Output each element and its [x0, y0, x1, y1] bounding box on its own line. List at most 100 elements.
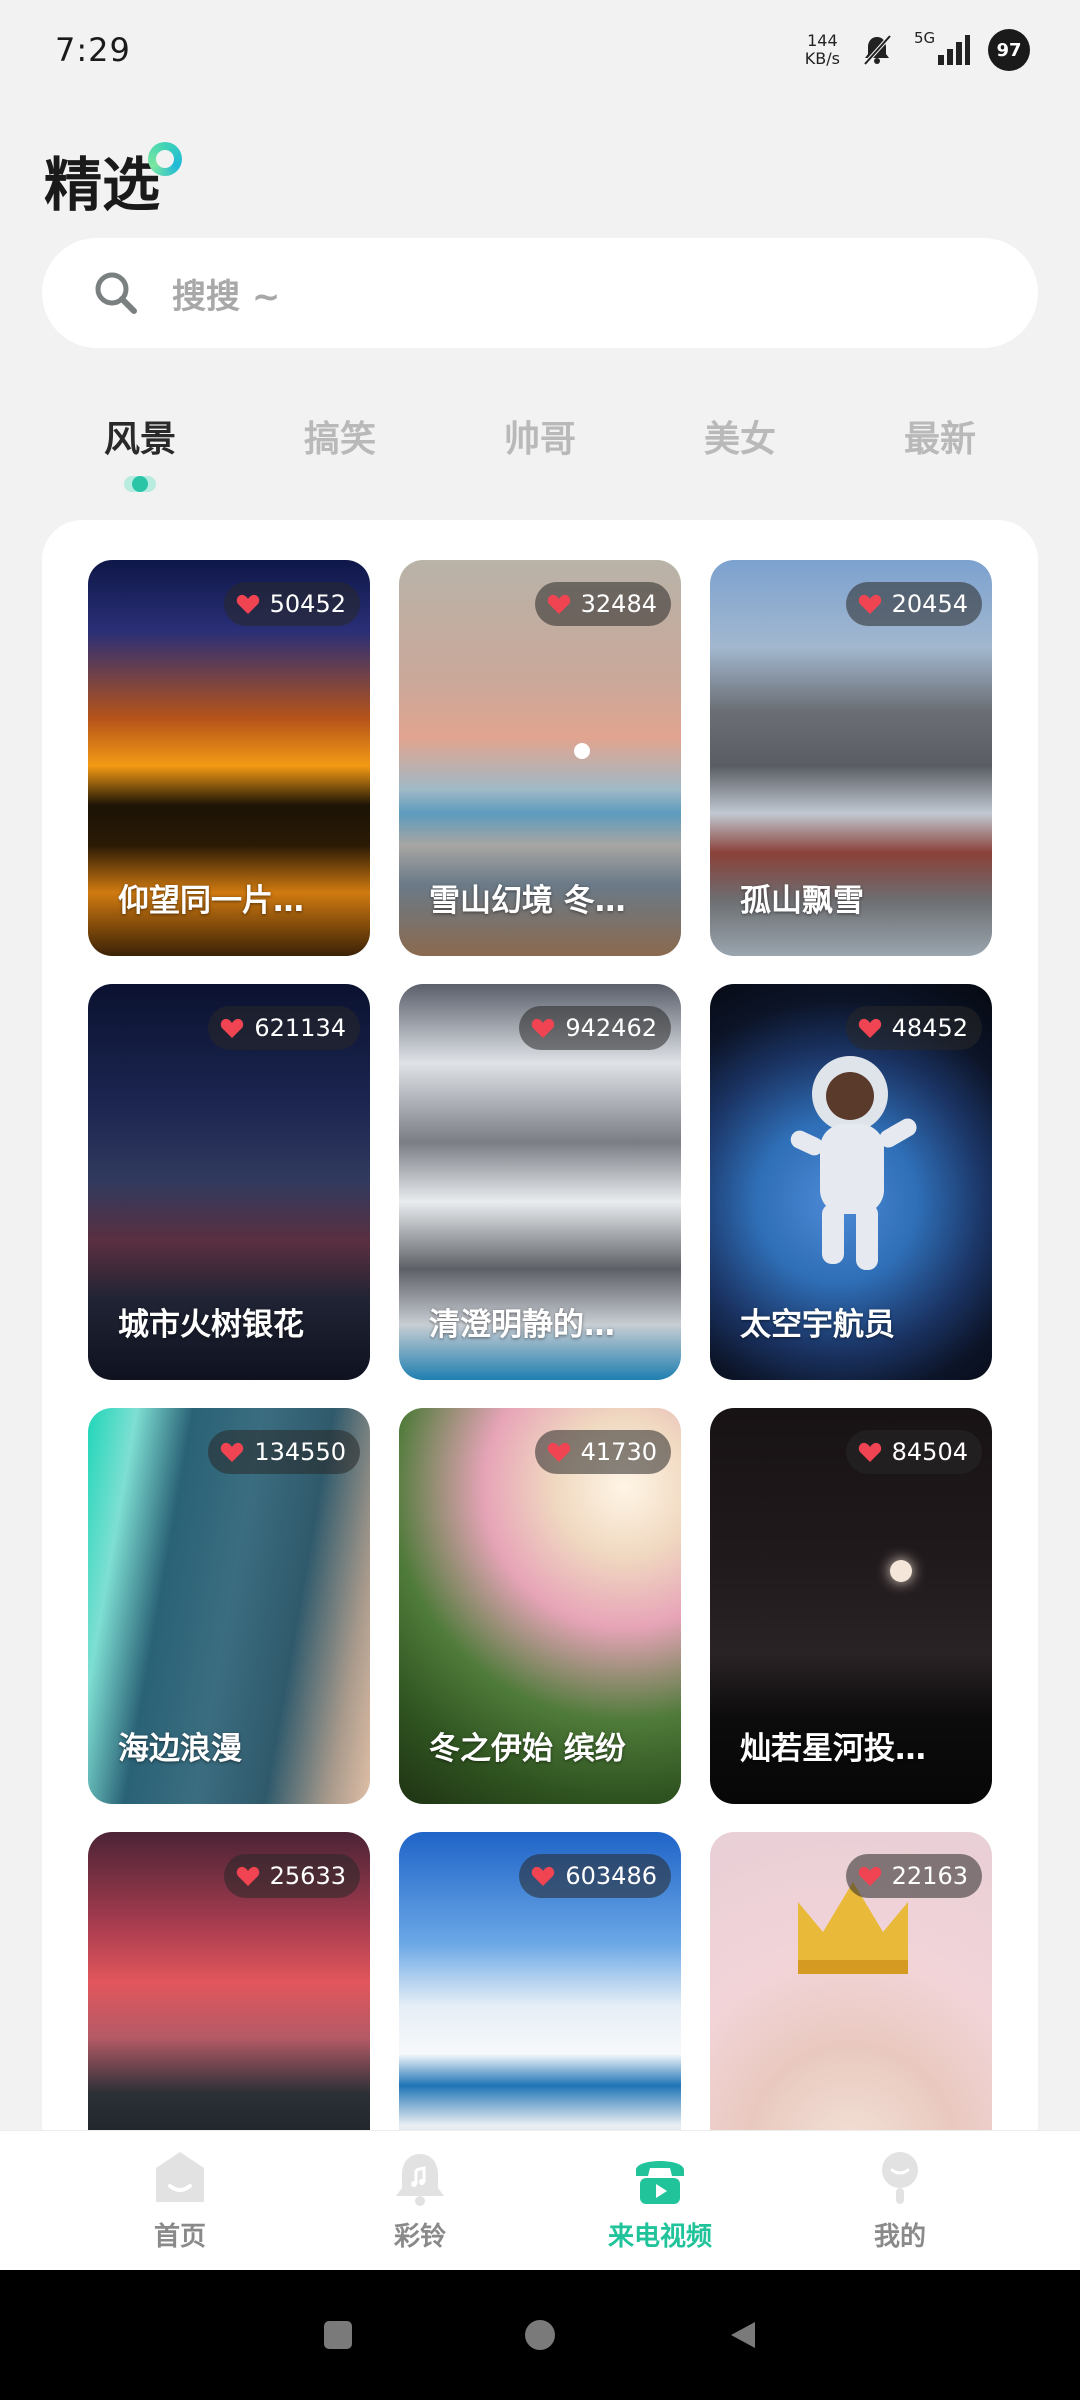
video-card[interactable]: 22163: [710, 1832, 992, 2160]
call-video-phone-icon: [636, 2161, 684, 2204]
likes-count: 22163: [891, 1862, 968, 1890]
heart-icon: [221, 1018, 244, 1038]
tab-handsome[interactable]: 帅哥: [460, 400, 620, 490]
likes-badge: 50452: [223, 582, 360, 626]
card-title: 清澄明静的…: [429, 1307, 615, 1343]
ringtone-bell-icon: [396, 2154, 444, 2206]
heart-icon: [858, 594, 881, 614]
likes-badge: 20454: [845, 582, 982, 626]
likes-badge: 603486: [519, 1854, 671, 1898]
tab-beauty[interactable]: 美女: [660, 400, 820, 490]
heart-icon: [858, 1018, 881, 1038]
tab-label: 美女: [703, 419, 776, 460]
likes-count: 942462: [565, 1014, 657, 1042]
video-card[interactable]: 84504 灿若星河投…: [710, 1408, 992, 1804]
home-icon: [156, 2152, 204, 2202]
status-bar: 7:29 144 KB/s 5G 97: [0, 0, 1080, 100]
likes-badge: 48452: [845, 1006, 982, 1050]
moon-decoration: [890, 1560, 912, 1582]
likes-badge: 84504: [845, 1430, 982, 1474]
video-grid: 50452 仰望同一片… 32484 雪山幻境 冬… 20454 孤山飘雪 62…: [88, 560, 992, 2160]
likes-count: 20454: [891, 590, 968, 618]
nav-call-video[interactable]: 来电视频: [585, 2148, 735, 2253]
signal-icon: 5G: [914, 29, 970, 69]
nav-label: 首页: [153, 2222, 206, 2252]
likes-badge: 32484: [534, 582, 671, 626]
heart-icon: [858, 1866, 881, 1886]
card-title: 孤山飘雪: [740, 883, 864, 919]
tab-label: 搞笑: [303, 419, 376, 460]
heart-icon: [221, 1442, 244, 1462]
title-decoration-icon: [148, 142, 182, 176]
video-card[interactable]: 942462 清澄明静的…: [399, 984, 681, 1380]
tab-scenery[interactable]: 风景: [60, 400, 220, 492]
likes-badge: 41730: [534, 1430, 671, 1474]
video-card[interactable]: 621134 城市火树银花: [88, 984, 370, 1380]
card-title: 太空宇航员: [740, 1307, 895, 1343]
nav-profile[interactable]: 我的: [825, 2148, 975, 2253]
heart-icon: [532, 1018, 555, 1038]
signal-label: 5G: [914, 29, 936, 47]
likes-badge: 25633: [223, 1854, 360, 1898]
heart-icon: [236, 594, 259, 614]
active-tab-indicator: [124, 476, 156, 492]
likes-count: 134550: [254, 1438, 346, 1466]
likes-badge: 942462: [519, 1006, 671, 1050]
mute-bell-icon: [858, 31, 896, 69]
status-icons: 144 KB/s 5G 97: [805, 29, 1030, 71]
back-button[interactable]: [726, 2319, 758, 2351]
video-card[interactable]: 20454 孤山飘雪: [710, 560, 992, 956]
video-card[interactable]: 134550 海边浪漫: [88, 1408, 370, 1804]
tab-label: 风景: [103, 419, 176, 460]
home-button[interactable]: [524, 2319, 556, 2351]
search-placeholder: 搜搜 ~: [172, 276, 281, 317]
recent-apps-button[interactable]: [322, 2319, 354, 2351]
card-title: 城市火树银花: [118, 1307, 304, 1343]
video-grid-panel: 50452 仰望同一片… 32484 雪山幻境 冬… 20454 孤山飘雪 62…: [42, 520, 1038, 2160]
heart-icon: [236, 1866, 259, 1886]
tab-label: 帅哥: [503, 419, 576, 460]
card-title: 灿若星河投…: [740, 1731, 926, 1767]
nav-home[interactable]: 首页: [105, 2148, 255, 2253]
card-title: 冬之伊始 缤纷: [429, 1731, 626, 1767]
likes-count: 41730: [580, 1438, 657, 1466]
video-card[interactable]: 48452 太空宇航员: [710, 984, 992, 1380]
likes-badge: 621134: [208, 1006, 360, 1050]
likes-badge: 22163: [845, 1854, 982, 1898]
bottom-navigation: 首页 彩铃 来电视频 我的: [0, 2130, 1080, 2270]
video-card[interactable]: 25633: [88, 1832, 370, 2160]
video-card[interactable]: 32484 雪山幻境 冬…: [399, 560, 681, 956]
moon-decoration: [574, 743, 590, 759]
network-speed-value: 144: [807, 31, 838, 50]
likes-badge: 134550: [208, 1430, 360, 1474]
search-input[interactable]: 搜搜 ~: [42, 238, 1038, 348]
system-navigation-bar: [0, 2270, 1080, 2400]
tab-latest[interactable]: 最新: [860, 400, 1020, 490]
likes-count: 48452: [891, 1014, 968, 1042]
likes-count: 603486: [565, 1862, 657, 1890]
nav-label: 彩铃: [393, 2222, 446, 2252]
battery-indicator: 97: [988, 29, 1030, 71]
network-speed: 144 KB/s: [805, 32, 840, 68]
status-time: 7:29: [55, 31, 131, 69]
likes-count: 621134: [254, 1014, 346, 1042]
card-title: 雪山幻境 冬…: [429, 883, 626, 919]
heart-icon: [547, 1442, 570, 1462]
nav-ringtone[interactable]: 彩铃: [345, 2148, 495, 2253]
page-title: 精选: [44, 151, 161, 219]
nav-label: 来电视频: [607, 2222, 712, 2252]
video-card[interactable]: 41730 冬之伊始 缤纷: [399, 1408, 681, 1804]
search-icon: [92, 269, 140, 317]
heart-icon: [532, 1866, 555, 1886]
likes-count: 84504: [891, 1438, 968, 1466]
video-card[interactable]: 603486: [399, 1832, 681, 2160]
category-tabs: 风景 搞笑 帅哥 美女 最新: [0, 400, 1080, 492]
likes-count: 50452: [269, 590, 346, 618]
video-card[interactable]: 50452 仰望同一片…: [88, 560, 370, 956]
heart-icon: [858, 1442, 881, 1462]
likes-count: 32484: [580, 590, 657, 618]
likes-count: 25633: [269, 1862, 346, 1890]
heart-icon: [547, 594, 570, 614]
tab-funny[interactable]: 搞笑: [260, 400, 420, 490]
nav-label: 我的: [873, 2222, 926, 2252]
